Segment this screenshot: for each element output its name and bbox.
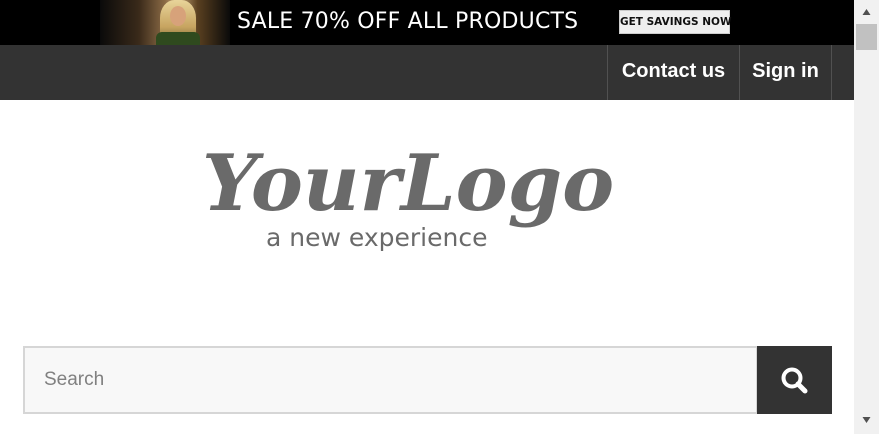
site-logo[interactable]: YourLogo a new experience: [200, 130, 630, 260]
scroll-up-button[interactable]: [854, 0, 879, 22]
sign-in-link[interactable]: Sign in: [739, 45, 832, 100]
logo-wordmark: YourLogo: [202, 138, 614, 229]
chevron-down-icon: [862, 417, 871, 423]
scroll-down-button[interactable]: [854, 410, 879, 432]
search-icon: [781, 367, 808, 394]
search-bar: [23, 346, 832, 414]
header-nav: Contact us Sign in: [0, 45, 854, 100]
contact-us-link[interactable]: Contact us: [607, 45, 739, 100]
promo-banner[interactable]: SALE 70% OFF ALL PRODUCTS GET SAVINGS NO…: [0, 0, 854, 45]
promo-headline: SALE 70% OFF ALL PRODUCTS: [237, 9, 579, 34]
scroll-thumb[interactable]: [856, 24, 877, 50]
search-input[interactable]: [23, 346, 758, 414]
chevron-up-icon: [862, 9, 871, 15]
promo-model-image: [100, 0, 230, 45]
logo-tagline: a new experience: [266, 223, 487, 252]
search-button[interactable]: [757, 346, 832, 414]
vertical-scrollbar[interactable]: [854, 0, 879, 434]
get-savings-button[interactable]: GET SAVINGS NOW: [619, 10, 732, 34]
